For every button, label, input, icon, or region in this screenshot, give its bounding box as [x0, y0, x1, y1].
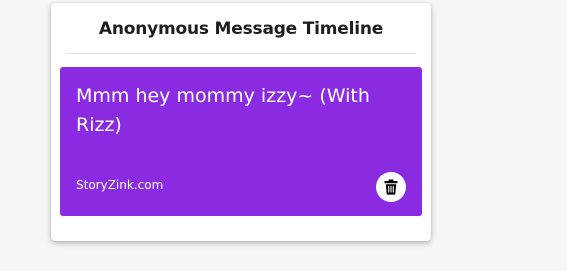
title-divider — [66, 53, 416, 54]
page-title: Anonymous Message Timeline — [98, 19, 384, 39]
message-source: StoryZink.com — [76, 178, 164, 192]
trash-icon — [384, 179, 398, 195]
message-card: Mmm hey mommy izzy~ (With Rizz) StoryZin… — [60, 67, 422, 216]
message-text: Mmm hey mommy izzy~ (With Rizz) — [76, 85, 370, 136]
timeline-card: Anonymous Message Timeline Mmm hey mommy… — [51, 3, 431, 241]
delete-button[interactable] — [376, 172, 406, 202]
